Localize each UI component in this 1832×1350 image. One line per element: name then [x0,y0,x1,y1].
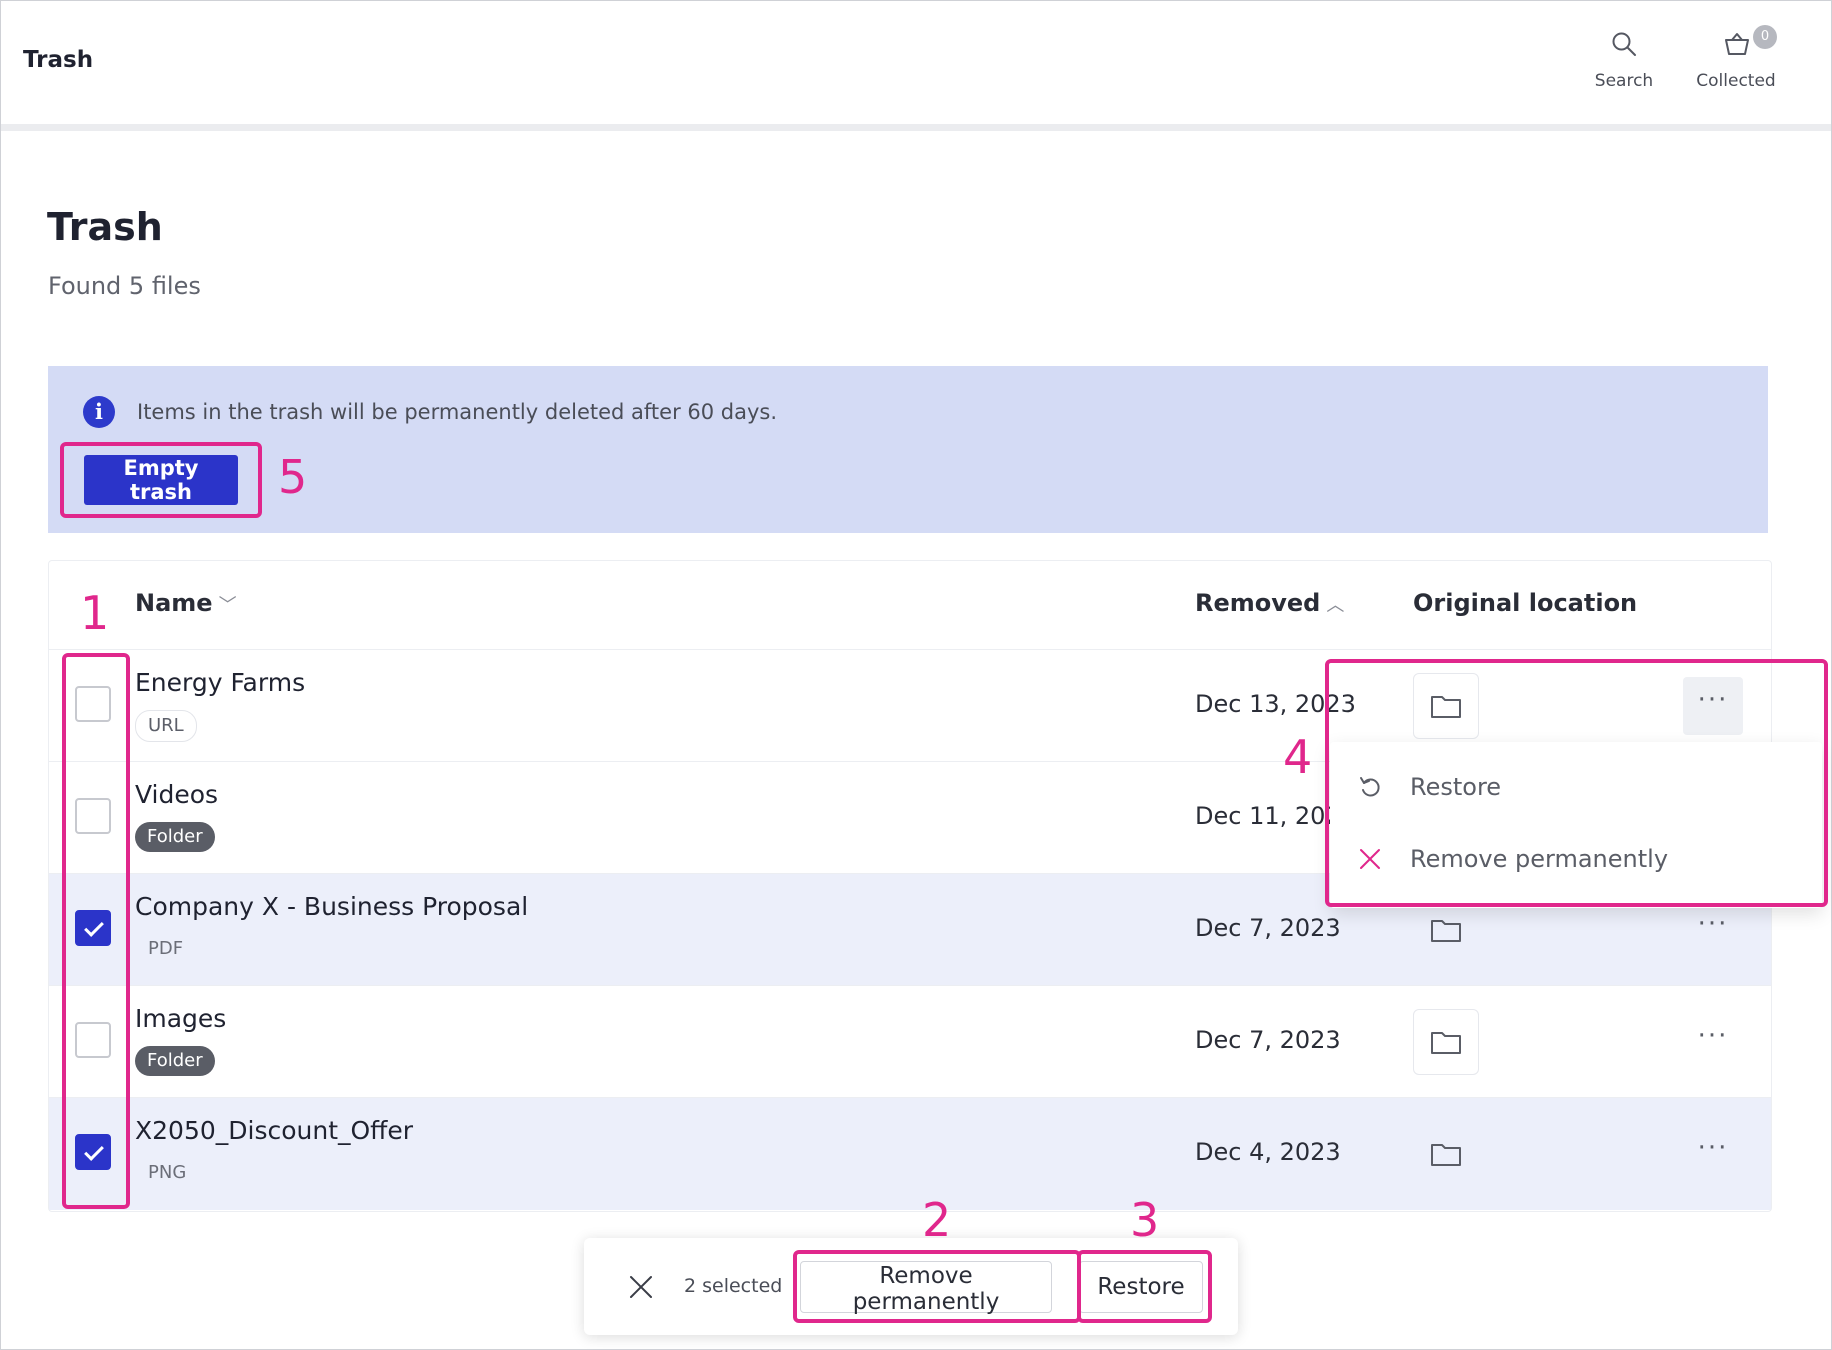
table-row: X2050_Discount_Offer PNG Dec 4, 2023 ··· [49,1097,1771,1210]
callout-2: 2 [922,1193,952,1247]
file-name[interactable]: Company X - Business Proposal [135,892,528,921]
removed-date: Dec 7, 2023 [1195,914,1341,942]
menu-remove-label: Remove permanently [1410,845,1669,873]
original-location-button[interactable] [1413,1121,1479,1187]
original-location-button[interactable] [1413,1009,1479,1075]
removed-date: Dec 7, 2023 [1195,1026,1341,1054]
file-type-tag: Folder [135,822,215,852]
more-actions-button[interactable]: ··· [1683,1013,1743,1071]
folder-icon [1431,1144,1461,1166]
page-title: Trash [47,205,163,249]
column-header-location: Original location [1413,589,1638,617]
table-row: Images Folder Dec 7, 2023 ··· [49,985,1771,1098]
file-type-tag: URL [135,710,197,742]
callout-4: 4 [1283,730,1313,784]
file-name[interactable]: Videos [135,780,218,809]
menu-item-restore[interactable]: Restore [1330,752,1822,822]
more-icon: ··· [1697,1021,1729,1051]
selection-action-bar: 2 selected Remove permanently Restore [584,1238,1238,1335]
row-checkbox[interactable] [75,910,111,946]
menu-restore-label: Restore [1410,773,1502,801]
more-actions-button[interactable]: ··· [1683,677,1743,735]
clear-selection-close-icon[interactable] [628,1274,654,1300]
removed-date: Dec 13, 2023 [1195,690,1356,718]
file-type-tag: PDF [148,938,184,959]
row-checkbox[interactable] [75,1022,111,1058]
selected-count: 2 selected [684,1275,783,1297]
original-location-button[interactable] [1413,673,1479,739]
top-bar: Trash Search 0 Collected [1,1,1831,124]
info-icon: i [83,396,115,428]
restore-button[interactable]: Restore [1079,1261,1203,1313]
file-name[interactable]: X2050_Discount_Offer [135,1116,413,1145]
more-actions-button[interactable]: ··· [1683,1125,1743,1183]
banner-message: Items in the trash will be permanently d… [137,400,778,424]
folder-icon [1431,696,1461,718]
file-name[interactable]: Images [135,1004,226,1033]
column-header-removed[interactable]: Removed ︿ [1195,589,1344,617]
chevron-up-icon: ︿ [1326,595,1345,616]
app-title: Trash [23,47,94,73]
remove-permanently-button[interactable]: Remove permanently [800,1261,1052,1315]
basket-icon [1725,33,1749,55]
more-icon: ··· [1697,1133,1729,1163]
removed-date: Dec 4, 2023 [1195,1138,1341,1166]
search-button[interactable]: Search [1579,29,1669,99]
row-context-menu: Restore Remove permanently [1330,742,1822,908]
collected-count-badge: 0 [1753,25,1777,49]
row-checkbox[interactable] [75,1134,111,1170]
more-icon: ··· [1697,909,1729,939]
folder-icon [1431,920,1461,942]
callout-3: 3 [1130,1193,1160,1247]
search-icon [1612,32,1636,56]
empty-trash-button[interactable]: Empty trash [84,455,238,505]
file-count: Found 5 files [48,272,201,300]
collected-label: Collected [1696,71,1776,91]
column-header-name[interactable]: Name ﹀ [135,589,237,617]
header-divider [1,124,1831,131]
row-checkbox[interactable] [75,798,111,834]
callout-5: 5 [278,450,308,504]
file-type-tag: PNG [148,1162,187,1183]
more-actions-button[interactable]: ··· [1683,901,1743,959]
folder-icon [1431,1032,1461,1054]
file-type-tag: Folder [135,1046,215,1076]
callout-1: 1 [80,586,110,640]
chevron-down-icon: ﹀ [218,595,237,616]
column-name-label: Name [135,589,213,617]
close-icon [1360,849,1380,869]
search-label: Search [1594,71,1654,91]
more-icon: ··· [1697,685,1729,715]
column-removed-label: Removed [1195,589,1321,617]
file-name[interactable]: Energy Farms [135,668,305,697]
undo-icon [1360,777,1380,797]
menu-item-remove-permanently[interactable]: Remove permanently [1330,824,1822,894]
collected-button[interactable]: 0 Collected [1691,25,1781,99]
row-checkbox[interactable] [75,686,111,722]
